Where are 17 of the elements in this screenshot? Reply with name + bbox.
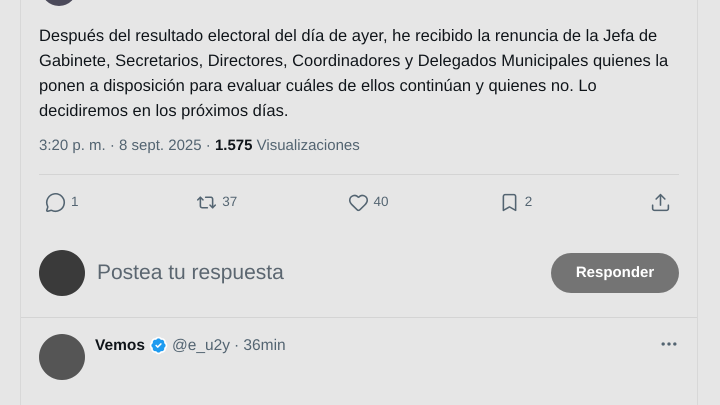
repost-button[interactable]: 37 xyxy=(196,192,306,212)
bookmark-button[interactable]: 2 xyxy=(498,192,609,212)
user-handle: @e_u2y xyxy=(172,336,230,356)
avatar xyxy=(39,334,85,380)
reply-button[interactable]: Responder xyxy=(551,253,679,293)
post-text: Después del resultado electoral del día de ayer, he recibido la renuncia de la Jefa de Gabinete, Secretarios, Directores, Coordinadores y Delegados Municipales quienes la ponen a disposición para evaluar cuáles de ellos continúan y quienes no. Lo decidiremos en los próximos días. xyxy=(39,26,670,122)
post-timestamp: 3:20 p. m. · 8 sept. 2025 · 1.575 Visualizaciones xyxy=(39,136,361,156)
post-time: · 36min xyxy=(234,336,286,356)
avatar xyxy=(39,250,85,296)
like-button[interactable]: 40 xyxy=(348,192,458,212)
heart-icon xyxy=(348,192,368,212)
reply-input-field[interactable]: Postea tu respuesta xyxy=(97,257,543,289)
share-icon xyxy=(650,192,671,212)
share-button[interactable] xyxy=(650,192,671,212)
reply-button[interactable]: 1 xyxy=(45,192,155,212)
speech-bubble-icon xyxy=(45,192,66,212)
user-name: Vemos xyxy=(95,336,145,356)
